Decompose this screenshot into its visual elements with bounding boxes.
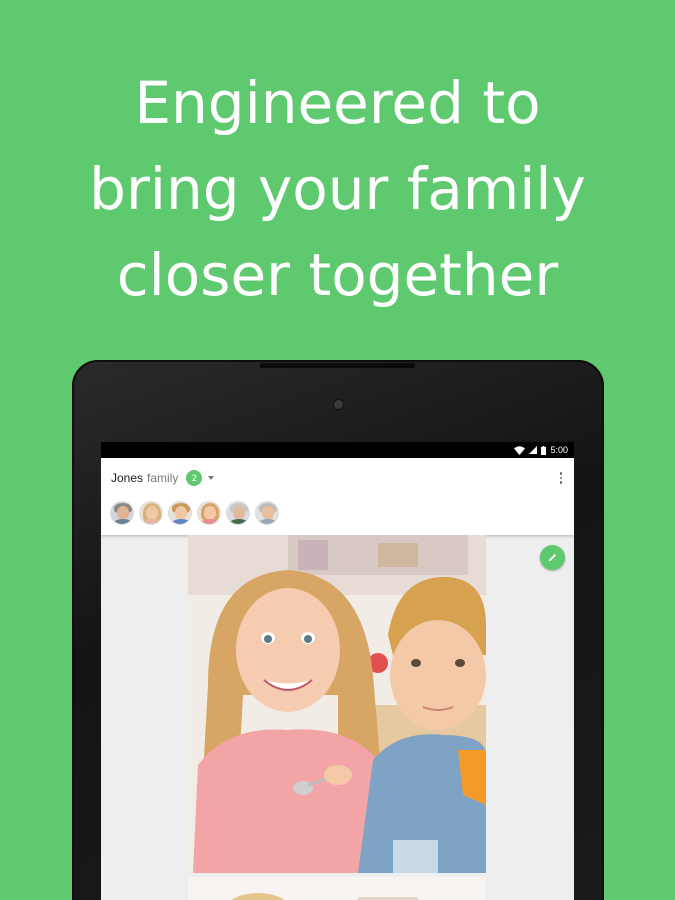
headline-line-3: closer together <box>116 241 559 309</box>
tablet-screen: 5:00 Jones family 2 <box>101 442 574 900</box>
avatar[interactable] <box>168 501 192 525</box>
notification-badge: 2 <box>186 470 203 486</box>
tablet-device: 5:00 Jones family 2 <box>72 360 604 900</box>
app-bar: Jones family 2 <box>101 458 574 535</box>
member-avatars <box>110 501 279 525</box>
family-photo <box>188 535 486 873</box>
wifi-icon <box>514 445 526 455</box>
headline: Engineered to bring your family closer t… <box>0 60 675 318</box>
status-time: 5:00 <box>550 445 568 455</box>
avatar[interactable] <box>110 501 134 525</box>
photo-card[interactable] <box>188 877 486 900</box>
avatar[interactable] <box>197 501 221 525</box>
chevron-down-icon[interactable] <box>208 476 215 480</box>
pencil-icon <box>548 553 557 562</box>
camera-icon <box>334 400 343 409</box>
group-suffix: family <box>147 471 179 485</box>
headline-line-2: bring your family <box>89 155 586 223</box>
avatar[interactable] <box>226 501 250 525</box>
avatar[interactable] <box>139 501 163 525</box>
group-name: Jones <box>111 471 144 485</box>
photo-card[interactable] <box>188 535 486 873</box>
battery-icon <box>541 445 547 455</box>
tablet-speaker-grill <box>260 363 415 368</box>
group-selector[interactable]: Jones family 2 <box>111 470 215 486</box>
overflow-menu-icon[interactable] <box>559 472 562 484</box>
compose-button[interactable] <box>540 545 565 570</box>
headline-line-1: Engineered to <box>134 69 541 137</box>
avatar[interactable] <box>255 501 279 525</box>
photo-feed <box>101 535 574 900</box>
status-bar: 5:00 <box>101 442 574 458</box>
photo-preview <box>188 877 486 900</box>
signal-icon <box>529 446 538 454</box>
